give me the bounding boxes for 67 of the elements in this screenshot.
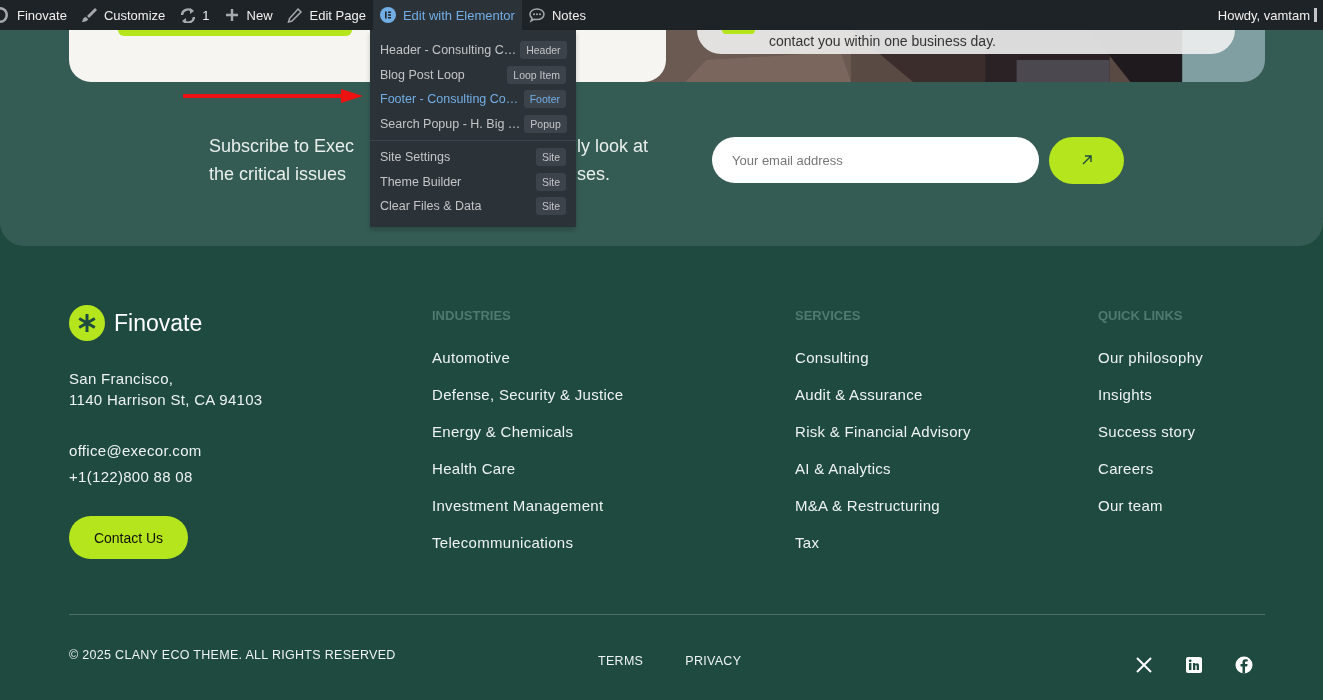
footer-link[interactable]: M&A & Restructuring — [795, 497, 940, 514]
phone-text: +1(122)800 88 08 — [69, 467, 194, 487]
footer-link[interactable]: Defense, Security & Justice — [432, 386, 624, 403]
linkedin-icon[interactable] — [1185, 656, 1203, 674]
refresh-icon — [179, 7, 196, 23]
footer-link[interactable]: Telecommunications — [432, 534, 574, 551]
legal-link[interactable]: TERMS — [598, 654, 644, 668]
address-text: 1140 Harrison St, CA 94103 — [69, 390, 264, 410]
type-tag: Loop Item — [507, 65, 566, 84]
subscribe-text: ly look at — [576, 135, 650, 158]
footer-link[interactable]: Our philosophy — [1098, 349, 1204, 366]
admin-bar-item[interactable]: Customize — [73, 0, 173, 30]
dropdown-item[interactable]: Site Settings Site — [370, 145, 576, 170]
subscribe-text: ses. — [576, 163, 611, 186]
footer-link[interactable]: Automotive — [432, 349, 511, 366]
footer-link[interactable]: Risk & Financial Advisory — [795, 423, 971, 440]
brush-icon — [80, 7, 97, 23]
dropdown-item[interactable]: Blog Post Loop Loop Item — [370, 62, 576, 87]
subscribe-text: Subscribe to Exec — [209, 135, 356, 158]
footer-link[interactable]: Our team — [1098, 497, 1163, 514]
dropdown-item[interactable]: Search Popup - H. Big … Popup — [370, 111, 576, 136]
brand-name: Finovate — [114, 309, 203, 337]
contact-button[interactable]: Contact Us — [69, 516, 188, 559]
user-greeting-link[interactable]: Howdy, vamtam — [1217, 7, 1310, 23]
email-field[interactable]: Your email address — [712, 137, 1039, 183]
admin-bar-item[interactable]: Notes — [521, 0, 593, 30]
card-text: contact you within one business day. — [769, 32, 996, 50]
type-tag: Site — [535, 172, 566, 191]
footer-link[interactable]: Energy & Chemicals — [432, 423, 574, 440]
footer-link[interactable]: Success story — [1098, 423, 1196, 440]
footer-link[interactable]: Audit & Assurance — [795, 386, 923, 403]
footer-link[interactable]: AI & Analytics — [795, 460, 891, 477]
submit-button[interactable] — [1049, 136, 1124, 184]
admin-bar-item[interactable]: New — [216, 0, 280, 30]
subscribe-text: the critical issues — [209, 163, 348, 186]
dropdown-item[interactable]: Clear Files & Data Site — [370, 194, 576, 219]
footer-link[interactable]: Consulting — [795, 349, 869, 366]
type-tag: Header — [520, 41, 567, 60]
type-tag: Site — [535, 148, 566, 167]
dropdown-item[interactable]: Header - Consulting C… Header — [370, 38, 576, 63]
dropdown-item[interactable]: Footer - Consulting Co… Footer — [370, 87, 576, 112]
dropdown-item[interactable]: Theme Builder Site — [370, 169, 576, 194]
admin-bar-item[interactable]: Edit with Elementor — [372, 0, 522, 30]
footer-link[interactable]: Insights — [1098, 386, 1153, 403]
type-tag: Site — [535, 197, 566, 216]
copyright-text: © 2025 CLANY ECO THEME. ALL RIGHTS RESERVED — [69, 648, 397, 662]
type-tag: Popup — [524, 114, 567, 133]
elementor-icon — [379, 7, 396, 23]
address-text: San Francisco, — [69, 369, 175, 389]
admin-bar-item[interactable]: Edit Page — [279, 0, 373, 30]
x-logo-icon[interactable] — [1135, 656, 1153, 674]
speech-bubble-icon — [528, 7, 545, 23]
footer-link[interactable]: Health Care — [432, 460, 516, 477]
email-text: office@execor.com — [69, 441, 203, 461]
pencil-icon — [286, 7, 303, 23]
footer-link[interactable]: Tax — [795, 534, 820, 551]
facebook-icon[interactable] — [1235, 656, 1253, 674]
admin-bar-item[interactable]: 1 — [172, 0, 217, 30]
site-name-link[interactable]: Finovate — [10, 0, 74, 30]
arrow-icon — [1080, 154, 1093, 166]
legal-link[interactable]: PRIVACY — [685, 654, 742, 668]
asterisk-logo-icon — [69, 305, 105, 341]
wordpress-logo-icon[interactable] — [0, 7, 10, 23]
plus-icon — [223, 7, 240, 23]
type-tag: Footer — [523, 90, 566, 109]
footer-link[interactable]: Investment Management — [432, 497, 604, 514]
footer-link[interactable]: Careers — [1098, 460, 1154, 477]
